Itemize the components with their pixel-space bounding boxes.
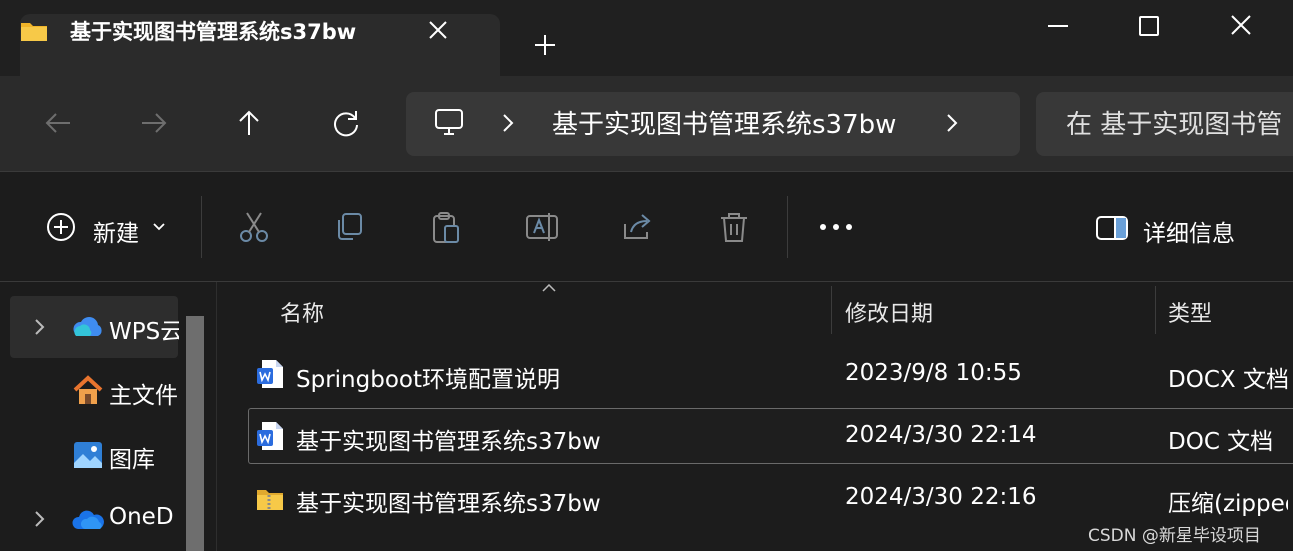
watermark-text: CSDN @新星毕设项目 <box>1088 526 1261 546</box>
divider <box>216 282 217 551</box>
sidebar-item-wps-cloud[interactable]: WPS云 <box>109 312 179 346</box>
tab-title: 基于实现图书管理系统s37bw <box>70 20 357 44</box>
sidebar-scrollbar[interactable] <box>186 316 204 551</box>
close-icon[interactable] <box>1230 14 1252 36</box>
file-name[interactable]: Springboot环境配置说明 <box>296 360 560 394</box>
word-doc-icon <box>257 422 283 450</box>
arrow-up-icon[interactable] <box>234 108 264 138</box>
share-icon[interactable] <box>621 210 655 244</box>
computer-icon[interactable] <box>434 107 464 137</box>
arrow-left-icon[interactable] <box>43 108 73 138</box>
rename-icon[interactable] <box>525 210 559 244</box>
plus-icon[interactable] <box>534 34 556 56</box>
cut-icon[interactable] <box>237 210 271 244</box>
file-name[interactable]: 基于实现图书管理系统s37bw <box>296 422 601 456</box>
column-divider[interactable] <box>1155 286 1156 334</box>
column-divider[interactable] <box>831 286 832 334</box>
gallery-icon <box>74 442 102 468</box>
file-modified: 2024/3/30 22:16 <box>845 484 1037 510</box>
zip-folder-icon <box>257 490 283 510</box>
sidebar-item-onedrive[interactable]: OneD <box>109 504 179 530</box>
folder-icon <box>21 23 47 41</box>
file-modified: 2023/9/8 10:55 <box>845 360 1022 386</box>
chevron-right-icon[interactable] <box>33 510 47 528</box>
file-type: DOCX 文档 <box>1168 367 1289 393</box>
close-icon[interactable] <box>426 18 450 42</box>
chevron-right-icon[interactable] <box>33 318 47 336</box>
file-name[interactable]: 基于实现图书管理系统s37bw <box>296 484 601 518</box>
search-box[interactable]: 在 基于实现图书管 <box>1036 92 1293 156</box>
plus-circle-icon[interactable] <box>46 212 76 242</box>
onedrive-icon <box>72 510 104 529</box>
breadcrumb-current-folder[interactable]: 基于实现图书管理系统s37bw <box>552 104 896 141</box>
column-header-name[interactable]: 名称 <box>280 296 324 328</box>
word-doc-icon <box>257 360 283 388</box>
refresh-icon[interactable] <box>331 108 361 138</box>
sidebar-item-gallery[interactable]: 图库 <box>109 440 184 474</box>
new-button[interactable]: 新建 <box>93 214 139 248</box>
minimize-icon[interactable] <box>1048 25 1068 27</box>
column-header-modified[interactable]: 修改日期 <box>845 296 933 328</box>
wps-cloud-icon <box>73 317 102 336</box>
arrow-right-icon[interactable] <box>139 108 169 138</box>
home-icon <box>73 375 103 404</box>
sidebar-item-home[interactable]: 主文件 <box>109 376 184 410</box>
delete-icon[interactable] <box>717 210 751 244</box>
copy-icon[interactable] <box>333 210 367 244</box>
column-header-type[interactable]: 类型 <box>1168 296 1212 328</box>
divider <box>787 196 788 258</box>
chevron-right-icon[interactable] <box>500 113 516 133</box>
chevron-down-icon[interactable] <box>152 222 166 232</box>
file-type: 压缩(zipped) <box>1168 491 1288 517</box>
divider <box>201 196 202 258</box>
more-icon[interactable] <box>818 222 854 232</box>
details-button[interactable]: 详细信息 <box>1143 214 1235 248</box>
maximize-icon[interactable] <box>1139 16 1159 36</box>
file-type: DOC 文档 <box>1168 429 1274 455</box>
sort-arrow-icon <box>542 284 556 292</box>
chevron-right-icon[interactable] <box>944 113 960 133</box>
search-placeholder[interactable]: 在 基于实现图书管 <box>1066 104 1282 141</box>
paste-icon[interactable] <box>429 210 463 244</box>
file-modified: 2024/3/30 22:14 <box>845 422 1037 448</box>
details-pane-icon[interactable] <box>1095 214 1129 242</box>
